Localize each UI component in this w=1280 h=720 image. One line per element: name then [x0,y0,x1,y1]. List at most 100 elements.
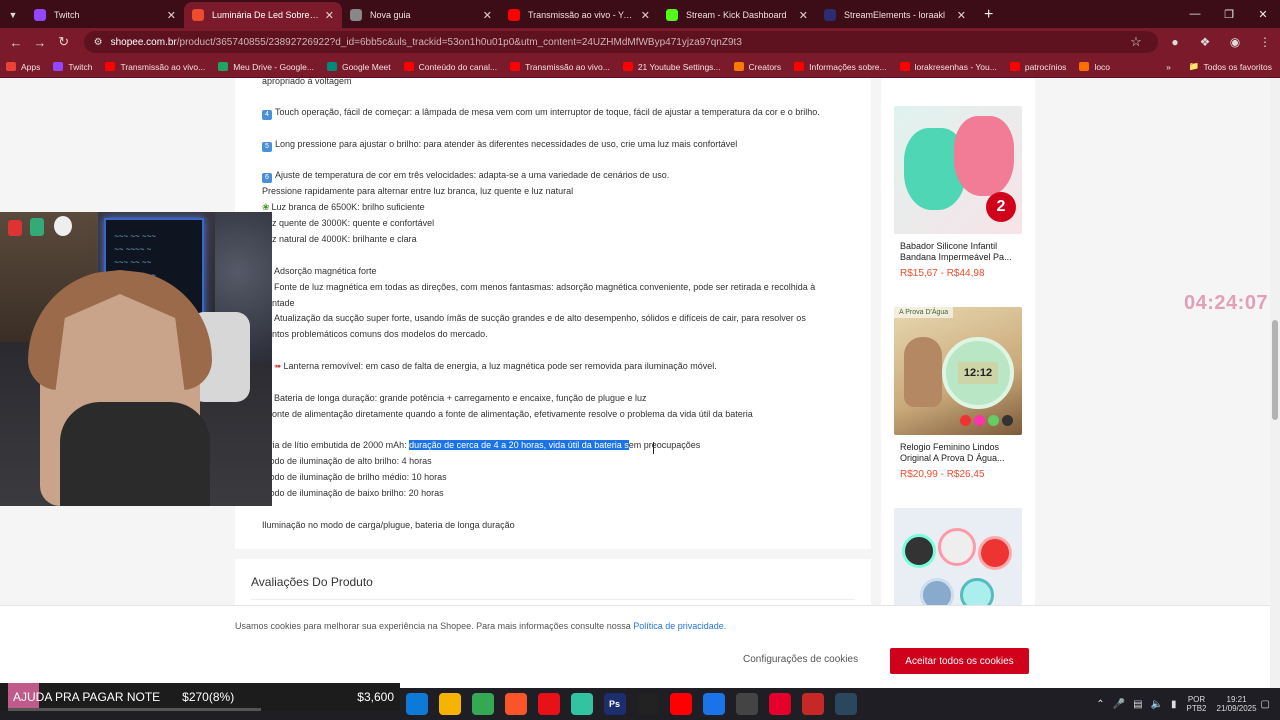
bookmark-item[interactable]: Twitch [53,62,92,72]
bookmark-star-icon[interactable]: ☆ [1130,34,1150,50]
bib-product-image: 2 [894,106,1022,234]
bookmark-item[interactable]: Google Meet [326,62,391,72]
bookmark-item[interactable]: loco [1079,62,1110,72]
stream-tool-icon[interactable] [801,693,824,715]
lang-layout: PTB2 [1186,704,1207,713]
description-line: Bateria de longa duração: grande potênci… [274,393,647,403]
bookmark-favicon-icon [105,62,116,71]
volume-icon[interactable]: 🔈 [1151,699,1163,710]
steam-icon[interactable] [834,693,857,715]
bookmark-item[interactable]: 21 Youtube Settings... [622,62,721,72]
chrome-icon[interactable] [438,693,461,715]
close-tab-icon[interactable]: ✕ [167,9,176,22]
privacy-policy-link[interactable]: Política de privacidade. [633,621,726,631]
bookmark-item[interactable]: Transmissão ao vivo... [105,62,205,72]
puzzle-icon[interactable]: ❖ [1190,35,1220,49]
youtube-icon[interactable] [669,693,692,715]
edge-icon[interactable] [405,693,428,715]
description-text: Atualização da sucção super forte, usand… [274,313,806,323]
network-icon[interactable]: ▤ [1133,699,1142,710]
close-tab-icon[interactable]: ✕ [957,9,966,22]
extension-icon[interactable]: ● [1160,35,1190,49]
microphone-icon[interactable]: 🎤 [1113,699,1125,710]
bookmark-label: lorakresenhas - You... [914,61,997,72]
shopee-icon [192,9,204,21]
bookmark-item[interactable]: Creators [733,62,781,72]
bookmark-item[interactable]: Apps [6,62,40,72]
description-line: ➠ Lanterna removível: em caso de falta de… [274,361,717,372]
tab-label: Nova guia [370,10,411,20]
tab-0[interactable]: Twitch ✕ [26,2,184,28]
cookie-text: Usamos cookies para melhorar sua experiê… [235,621,726,631]
minimize-icon[interactable]: — [1178,0,1212,28]
description-text: Touch operação, fácil de começar: a lâmp… [275,107,820,117]
capcut-icon[interactable] [636,693,659,715]
watch-shape [938,528,976,566]
chevron-up-icon[interactable]: ⌃ [1096,699,1104,710]
close-tab-icon[interactable]: ✕ [799,9,808,22]
bookmark-item[interactable]: Transmissão ao vivo... [510,62,610,72]
figure-shape [54,216,72,236]
bookmark-item[interactable]: patrocínios [1009,62,1066,72]
bookmark-item[interactable]: Conteúdo do canal... [403,62,497,72]
bookmark-item[interactable]: Informações sobre... [794,62,887,72]
site-info-icon[interactable]: ⚙ [94,37,103,48]
tab-1[interactable]: Luminária De Led Sobrepor Ba… ✕ [184,2,342,28]
battery-prefix: teria de lítio embutida de 2000 mAh: [262,440,410,450]
all-favorites-link[interactable]: Todos os favoritos [1203,62,1272,72]
cookie-settings-button[interactable]: Configurações de cookies [743,654,858,665]
menu-icon[interactable]: ⋮ [1250,35,1280,49]
new-tab-icon[interactable]: + [984,2,993,28]
description-line: Fonte de luz magnética em todas as direç… [274,282,815,292]
bookmark-favicon-icon [1009,62,1020,71]
flashlight-icon: ➠ [274,361,282,371]
back-icon[interactable]: ← [4,35,28,50]
bookmarks-bar: Apps Twitch Transmissão ao vivo... Meu Driv… [0,56,1280,78]
figure-shape [30,218,44,236]
bookmark-item[interactable]: Meu Drive - Google... [218,62,314,72]
cookie-message: Usamos cookies para melhorar sua experiê… [235,621,634,631]
restore-icon[interactable]: ❐ [1212,0,1246,28]
description-line: 6 Ajuste de temperatura de cor em três ve… [262,170,669,183]
notepad-icon[interactable] [735,693,758,715]
tab-2[interactable]: Nova guia ✕ [342,2,500,28]
page-scrollbar[interactable] [1270,78,1280,688]
calendar-icon[interactable] [702,693,725,715]
brave-icon[interactable] [504,693,527,715]
reload-icon[interactable]: ↻ [52,34,76,50]
close-window-icon[interactable]: ✕ [1246,0,1280,28]
chrome-active-icon[interactable] [471,693,494,715]
clock-date: 21/09/2025 [1216,704,1257,713]
bookmark-list: Apps Twitch Transmissão ao vivo... Meu Driv… [6,62,1123,72]
bookmark-item[interactable]: lorakresenhas - You... [899,61,997,72]
notification-icon[interactable]: ▢ [1261,699,1270,710]
tab-search-icon[interactable]: ▼ [0,2,26,28]
address-bar[interactable]: ⚙ shopee.com.br/product/365740855/238927… [83,31,1159,53]
close-tab-icon[interactable]: ✕ [325,9,334,22]
photoshop-icon[interactable]: Ps [603,693,626,715]
language-indicator[interactable]: POR PTB2 [1186,695,1206,713]
close-tab-icon[interactable]: ✕ [483,9,492,22]
chrome-icon [350,9,362,21]
person-shirt [60,402,210,506]
product-card[interactable]: A Prova D'Água 12:12 Relogio Feminino Li… [894,307,1022,480]
tab-4[interactable]: Stream - Kick Dashboard ✕ [658,2,816,28]
profile-icon[interactable]: ◉ [1220,35,1250,49]
product-card[interactable]: 2 Babador Silicone Infantil Bandana Impe… [894,106,1022,279]
clock[interactable]: 19:21 21/09/2025 [1217,695,1257,713]
battery-suffix: em preocupações [628,440,701,450]
forward-icon[interactable]: → [28,35,52,50]
lang-code: POR [1187,695,1206,704]
more-bookmarks-icon[interactable]: » [1166,62,1171,72]
battery-icon[interactable]: ▮ [1171,699,1177,710]
description-line: ❀ Luz branca de 6500K: brilho suficiente [262,202,425,213]
close-tab-icon[interactable]: ✕ [641,9,650,22]
opera-icon[interactable] [537,693,560,715]
bookmark-favicon-icon [403,62,414,71]
scrollbar-thumb[interactable] [1272,320,1278,420]
accept-cookies-button[interactable]: Aceitar todos os cookies [890,648,1029,674]
streamlabs-icon[interactable] [570,693,593,715]
obs-icon[interactable] [768,693,791,715]
tab-5[interactable]: StreamElements - loraakl ✕ [816,2,974,28]
tab-3[interactable]: Transmissão ao vivo - YouTube ✕ [500,2,658,28]
